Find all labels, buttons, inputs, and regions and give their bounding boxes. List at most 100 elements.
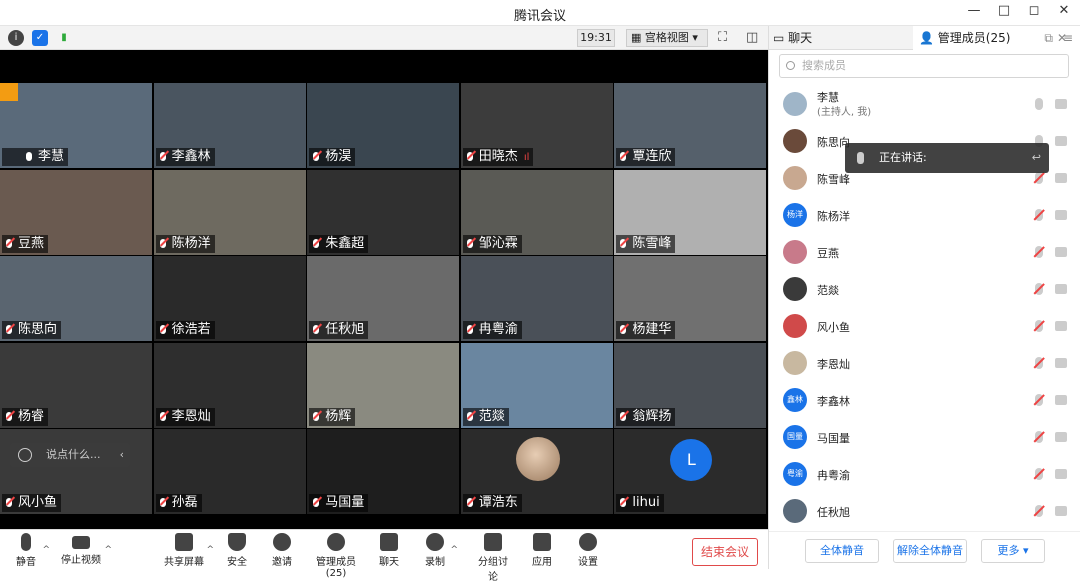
video-tile[interactable]: Llihui bbox=[614, 429, 767, 515]
video-tile[interactable]: 豆燕 bbox=[0, 169, 152, 255]
camera-icon[interactable] bbox=[1055, 432, 1067, 442]
member-row[interactable]: 杨洋 陈杨洋 bbox=[769, 197, 1080, 234]
video-tile[interactable]: 徐浩若 bbox=[153, 256, 306, 342]
view-selector[interactable]: ▦ 宫格视图 ▾ bbox=[626, 29, 708, 47]
speaking-indicator: 正在讲话: ↩ bbox=[845, 143, 1049, 173]
fullscreen-icon[interactable]: ⛶ bbox=[718, 30, 727, 46]
microphone-muted-icon[interactable] bbox=[1035, 283, 1043, 295]
reply-icon[interactable]: ↩ bbox=[1032, 143, 1041, 173]
signal-icon[interactable]: ▮ bbox=[56, 30, 72, 46]
member-row[interactable]: 任秋旭 bbox=[769, 493, 1080, 523]
video-tile[interactable]: 李慧 bbox=[0, 83, 152, 168]
mute-all-button[interactable]: 全体静音 bbox=[805, 539, 879, 563]
chat-input[interactable]: 说点什么... ‹ bbox=[10, 443, 130, 467]
camera-icon[interactable] bbox=[1055, 99, 1067, 109]
more-button[interactable]: 更多 ▾ bbox=[981, 539, 1045, 563]
search-members-input[interactable]: 搜索成员 bbox=[779, 54, 1069, 78]
member-row[interactable]: 豆燕 bbox=[769, 234, 1080, 271]
video-tile[interactable]: 任秋旭 bbox=[307, 256, 460, 342]
microphone-muted-icon[interactable] bbox=[1035, 357, 1043, 369]
microphone-icon[interactable] bbox=[1035, 98, 1043, 110]
mute-button[interactable]: 静音 ^ bbox=[12, 533, 50, 568]
menu-icon[interactable]: ≡ bbox=[1063, 26, 1073, 50]
tab-chat[interactable]: ▭ 聊天 bbox=[773, 26, 812, 50]
video-tile[interactable]: 陈思向 bbox=[0, 256, 152, 342]
video-tile[interactable]: 范燚 bbox=[460, 342, 613, 428]
security-button[interactable]: 安全 bbox=[224, 533, 250, 568]
microphone-icon bbox=[857, 152, 864, 164]
breakout-button[interactable]: 分组讨论 bbox=[474, 533, 512, 583]
chevron-up-icon[interactable]: ^ bbox=[104, 545, 112, 555]
close-button[interactable]: ✕ bbox=[1056, 3, 1072, 18]
unmute-all-button[interactable]: 解除全体静音 bbox=[893, 539, 967, 563]
camera-icon[interactable] bbox=[1055, 247, 1067, 257]
video-tile[interactable]: 翁辉扬 bbox=[614, 342, 767, 428]
camera-icon[interactable] bbox=[1055, 284, 1067, 294]
video-tile[interactable]: 杨淏 bbox=[307, 83, 460, 168]
chevron-up-icon[interactable]: ^ bbox=[450, 545, 458, 555]
video-tile[interactable]: 陈雪峰 bbox=[614, 169, 767, 255]
minimize-button[interactable]: — bbox=[966, 3, 982, 18]
apps-button[interactable]: 应用 bbox=[530, 533, 554, 568]
microphone-muted-icon[interactable] bbox=[1035, 468, 1043, 480]
video-tile[interactable]: 杨辉 bbox=[307, 342, 460, 428]
settings-button[interactable]: 设置 bbox=[576, 533, 600, 568]
microphone-muted-icon[interactable] bbox=[1035, 505, 1043, 517]
member-row[interactable]: 范燚 bbox=[769, 271, 1080, 308]
manage-members-button[interactable]: 管理成员(25) bbox=[308, 533, 364, 579]
sidebar-toggle-icon[interactable]: ◫ bbox=[746, 30, 758, 46]
tab-members[interactable]: 👤 管理成员(25) ⧉ ✕ bbox=[913, 26, 1080, 50]
security-icon bbox=[228, 533, 246, 551]
video-tile[interactable]: 冉粤渝 bbox=[460, 256, 613, 342]
microphone-muted-icon[interactable] bbox=[1035, 394, 1043, 406]
chevron-up-icon[interactable]: ^ bbox=[42, 545, 50, 555]
video-tile[interactable]: 陈杨洋 bbox=[153, 169, 306, 255]
video-tile[interactable]: 李鑫林 bbox=[153, 83, 306, 168]
emoji-icon[interactable] bbox=[18, 448, 32, 462]
restore-button[interactable]: □ bbox=[996, 3, 1012, 18]
shield-icon[interactable]: ✓ bbox=[32, 30, 48, 46]
microphone-muted-icon[interactable] bbox=[1035, 246, 1043, 258]
camera-icon[interactable] bbox=[1055, 321, 1067, 331]
collapse-icon[interactable]: ‹ bbox=[120, 443, 124, 467]
video-tile[interactable]: 覃连欣 bbox=[614, 83, 767, 168]
video-tile[interactable]: 田晓杰 ıl bbox=[460, 83, 613, 168]
video-tile[interactable]: 杨建华 bbox=[614, 256, 767, 342]
microphone-muted-icon[interactable] bbox=[1035, 209, 1043, 221]
camera-icon[interactable] bbox=[1055, 210, 1067, 220]
invite-button[interactable]: 邀请 bbox=[268, 533, 296, 568]
record-button[interactable]: 录制 ^ bbox=[422, 533, 458, 568]
camera-icon[interactable] bbox=[1055, 136, 1067, 146]
video-tile[interactable]: 朱鑫超 bbox=[307, 169, 460, 255]
info-icon[interactable]: i bbox=[8, 30, 24, 46]
video-tile[interactable]: 谭浩东 bbox=[460, 429, 613, 515]
chat-button[interactable]: 聊天 bbox=[376, 533, 402, 568]
microphone-muted-icon[interactable] bbox=[1035, 320, 1043, 332]
video-tile[interactable]: 邹沁霖 bbox=[460, 169, 613, 255]
member-row[interactable]: 国量 马国量 bbox=[769, 419, 1080, 456]
member-row[interactable]: 鑫林 李鑫林 bbox=[769, 382, 1080, 419]
end-meeting-button[interactable]: 结束会议 bbox=[692, 538, 758, 566]
microphone-muted-icon[interactable] bbox=[1035, 431, 1043, 443]
share-screen-button[interactable]: 共享屏幕 ^ bbox=[164, 533, 214, 568]
camera-icon[interactable] bbox=[1055, 469, 1067, 479]
member-row[interactable]: 粤渝 冉粤渝 bbox=[769, 456, 1080, 493]
camera-icon[interactable] bbox=[1055, 506, 1067, 516]
video-tile[interactable]: 杨睿 bbox=[0, 342, 152, 428]
camera-icon[interactable] bbox=[1055, 395, 1067, 405]
video-tile[interactable]: 马国量 bbox=[307, 429, 460, 515]
participant-name: 杨建华 bbox=[616, 321, 676, 340]
maximize-button[interactable]: ◻ bbox=[1026, 3, 1042, 18]
video-tile[interactable]: 孙磊 bbox=[153, 429, 306, 515]
chevron-up-icon[interactable]: ^ bbox=[206, 545, 214, 555]
video-tile[interactable]: 李恩灿 bbox=[153, 342, 306, 428]
member-row[interactable]: 李慧 (主持人, 我) bbox=[769, 86, 1080, 123]
camera-icon[interactable] bbox=[1055, 173, 1067, 183]
camera-icon[interactable] bbox=[1055, 358, 1067, 368]
popout-icon[interactable]: ⧉ bbox=[1044, 26, 1053, 50]
microphone-muted-icon[interactable] bbox=[1035, 172, 1043, 184]
participant-name-text: 杨淏 bbox=[325, 149, 352, 164]
stop-video-button[interactable]: 停止视频 ^ bbox=[60, 533, 112, 566]
member-row[interactable]: 李恩灿 bbox=[769, 345, 1080, 382]
member-row[interactable]: 风小鱼 bbox=[769, 308, 1080, 345]
